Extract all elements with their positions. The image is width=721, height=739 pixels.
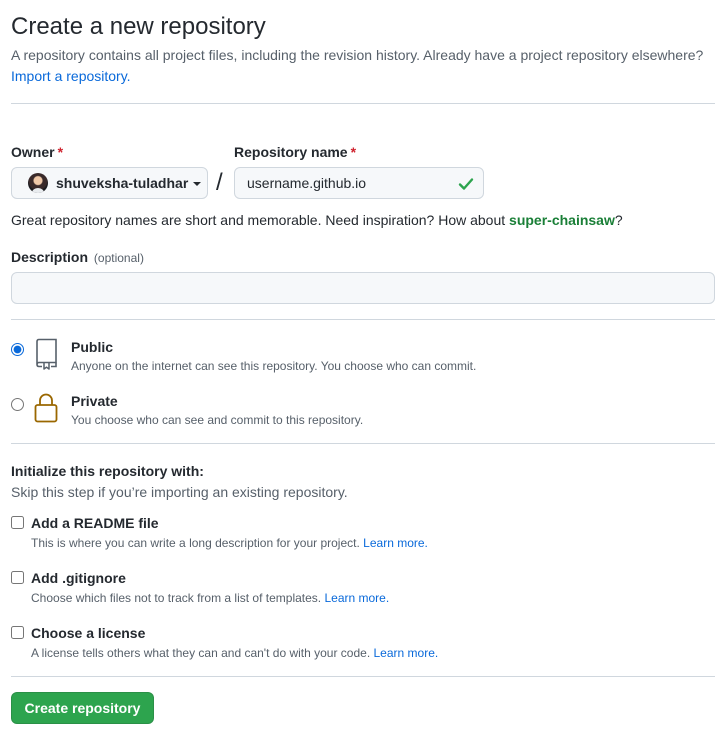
add-gitignore-label[interactable]: Add .gitignore — [31, 569, 126, 587]
readme-learn-more-link[interactable]: Learn more. — [363, 536, 428, 550]
initialize-title: Initialize this repository with: — [11, 463, 204, 479]
divider — [11, 443, 715, 444]
description-input[interactable] — [11, 272, 715, 304]
repository-name-input[interactable] — [247, 175, 437, 191]
add-gitignore-checkbox[interactable] — [11, 571, 24, 584]
add-gitignore-desc-text: Choose which files not to track from a l… — [31, 591, 322, 605]
choose-license-label[interactable]: Choose a license — [31, 624, 145, 642]
optional-label: (optional) — [93, 251, 144, 265]
owner-repo-separator: / — [216, 169, 223, 196]
required-mark: * — [57, 144, 64, 160]
description-label: Description (optional) — [11, 248, 144, 267]
visibility-private-radio[interactable] — [11, 398, 24, 411]
owner-label-text: Owner — [11, 144, 55, 160]
choose-license-desc-text: A license tells others what they can and… — [31, 646, 371, 660]
create-repository-button[interactable]: Create repository — [11, 692, 154, 724]
caret-down-icon — [193, 181, 202, 186]
intro-text: A repository contains all project files,… — [11, 45, 715, 87]
name-hint-end: ? — [614, 212, 623, 228]
required-mark: * — [350, 144, 357, 160]
owner-name: shuveksha-tuladhar — [56, 175, 189, 191]
add-readme-checkbox[interactable] — [11, 516, 24, 529]
repo-icon — [36, 338, 57, 370]
visibility-private-desc: You choose who can see and commit to thi… — [71, 413, 364, 427]
owner-label: Owner * — [11, 143, 63, 161]
divider — [11, 103, 715, 104]
name-suggestion-link[interactable]: super-chainsaw — [509, 212, 615, 228]
divider — [11, 319, 715, 320]
lock-icon — [34, 393, 58, 423]
repository-name-field — [234, 167, 484, 199]
page-title: Create a new repository — [11, 13, 266, 40]
choose-license-checkbox[interactable] — [11, 626, 24, 639]
divider — [11, 676, 715, 677]
choose-license-desc: A license tells others what they can and… — [31, 645, 438, 661]
visibility-public-title: Public — [71, 339, 114, 355]
intro-description: A repository contains all project files,… — [11, 47, 704, 63]
add-readme-label[interactable]: Add a README file — [31, 514, 159, 532]
owner-dropdown-button[interactable]: shuveksha-tuladhar — [11, 167, 208, 199]
add-readme-desc-text: This is where you can write a long descr… — [31, 536, 360, 550]
visibility-public-desc: Anyone on the internet can see this repo… — [71, 359, 477, 373]
visibility-private-title: Private — [71, 393, 118, 409]
add-readme-desc: This is where you can write a long descr… — [31, 535, 428, 551]
repository-name-label: Repository name * — [234, 143, 356, 161]
repository-name-label-text: Repository name — [234, 144, 348, 160]
name-hint: Great repository names are short and mem… — [11, 210, 623, 230]
check-icon — [458, 178, 474, 190]
name-hint-text: Great repository names are short and mem… — [11, 212, 510, 228]
description-label-text: Description — [11, 249, 89, 265]
add-gitignore-desc: Choose which files not to track from a l… — [31, 590, 389, 606]
import-repository-link[interactable]: Import a repository. — [11, 68, 131, 84]
gitignore-learn-more-link[interactable]: Learn more. — [324, 591, 389, 605]
initialize-note: Skip this step if you’re importing an ex… — [11, 484, 348, 500]
visibility-public-radio[interactable] — [11, 343, 24, 356]
license-learn-more-link[interactable]: Learn more. — [374, 646, 439, 660]
owner-avatar — [28, 173, 48, 193]
